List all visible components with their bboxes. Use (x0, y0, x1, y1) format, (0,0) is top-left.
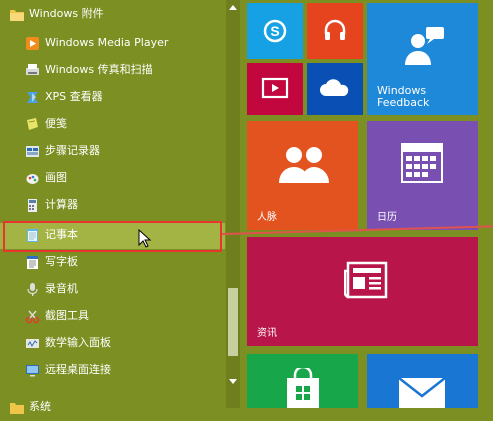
app-item-wordpad[interactable]: 写字板 (0, 250, 225, 276)
steps-recorder-icon (25, 144, 40, 159)
tile-onedrive[interactable] (307, 63, 363, 115)
video-icon (261, 75, 289, 105)
app-item-steps-recorder[interactable]: 步骤记录器 (0, 139, 225, 165)
feedback-person-icon (400, 23, 448, 75)
scroll-up-icon[interactable] (229, 5, 237, 10)
app-item-label: 画图 (45, 171, 67, 184)
app-item-label: 便笺 (45, 117, 67, 130)
skype-icon: S (261, 17, 289, 49)
app-item-sticky-notes[interactable]: 便笺 (0, 112, 225, 138)
store-bag-icon (283, 365, 323, 408)
app-item-xps-viewer[interactable]: XPS 查看器 (0, 85, 225, 111)
folder-system[interactable]: 系统 (0, 395, 225, 421)
tile-video[interactable] (247, 63, 303, 115)
scroll-down-icon[interactable] (229, 379, 237, 384)
app-item-label: 步骤记录器 (45, 144, 100, 157)
tile-label: Windows Feedback (377, 84, 430, 109)
tile-skype[interactable]: S (247, 3, 303, 59)
start-tiles: S Windows Feedback 人脉 日历 资讯 (240, 0, 493, 408)
app-item-math-input[interactable]: 数学输入面板 (0, 331, 225, 357)
app-item-label: 远程桌面连接 (45, 363, 111, 376)
app-item-sound-recorder[interactable]: 录音机 (0, 277, 225, 303)
apps-list: Windows 附件 Windows Media Player Windows … (0, 0, 225, 414)
app-item-paint[interactable]: 画图 (0, 166, 225, 192)
app-item-fax-scan[interactable]: Windows 传真和扫描 (0, 58, 225, 84)
media-player-icon (25, 36, 40, 51)
folder-icon (9, 7, 24, 22)
sound-recorder-icon (25, 282, 40, 297)
tile-store[interactable] (247, 354, 358, 408)
tile-label: 人脉 (257, 212, 277, 223)
app-item-label: 写字板 (45, 255, 78, 268)
cloud-icon (318, 76, 352, 106)
app-item-label: 计算器 (45, 198, 78, 211)
news-icon (343, 261, 388, 303)
snipping-tool-icon (25, 309, 40, 324)
app-item-label: 记事本 (45, 228, 78, 241)
headphones-icon (321, 16, 349, 48)
app-item-calculator[interactable]: 计算器 (0, 193, 225, 219)
math-input-icon (25, 336, 40, 351)
calendar-icon (401, 143, 443, 187)
app-item-label: 录音机 (45, 282, 78, 295)
app-item-remote-desktop[interactable]: 远程桌面连接 (0, 358, 225, 384)
apps-scrollbar[interactable] (226, 0, 240, 408)
folder-windows-accessories[interactable]: Windows 附件 (0, 2, 225, 28)
tile-windows-feedback[interactable]: Windows Feedback (367, 3, 478, 115)
app-item-snipping-tool[interactable]: 截图工具 (0, 304, 225, 330)
calculator-icon (25, 198, 40, 213)
people-icon (277, 145, 331, 189)
app-item-label: 数学输入面板 (45, 336, 111, 349)
scroll-thumb[interactable] (228, 288, 238, 356)
svg-text:S: S (270, 23, 279, 39)
xps-viewer-icon (25, 90, 40, 105)
app-item-label: Windows 传真和扫描 (45, 63, 153, 76)
tile-news[interactable]: 资讯 (247, 237, 478, 346)
tile-mail[interactable] (367, 354, 478, 408)
fax-scan-icon (25, 63, 40, 78)
tile-music[interactable] (307, 3, 363, 59)
app-item-media-player[interactable]: Windows Media Player (0, 31, 225, 57)
app-item-label: XPS 查看器 (45, 90, 103, 103)
tile-label: 资讯 (257, 328, 277, 339)
app-item-label: 截图工具 (45, 309, 89, 322)
tile-label: 日历 (377, 212, 397, 223)
wordpad-icon (25, 255, 40, 270)
app-item-notepad[interactable]: 记事本 (0, 223, 225, 249)
folder-label: 系统 (29, 400, 51, 413)
mouse-cursor-icon (138, 228, 152, 253)
tile-calendar[interactable]: 日历 (367, 121, 478, 230)
paint-icon (25, 171, 40, 186)
sticky-notes-icon (25, 117, 40, 132)
app-item-label: Windows Media Player (45, 36, 169, 49)
mail-icon (397, 376, 447, 408)
tile-people[interactable]: 人脉 (247, 121, 358, 230)
folder-label: Windows 附件 (29, 7, 104, 20)
notepad-icon (25, 228, 40, 243)
remote-desktop-icon (25, 363, 40, 378)
